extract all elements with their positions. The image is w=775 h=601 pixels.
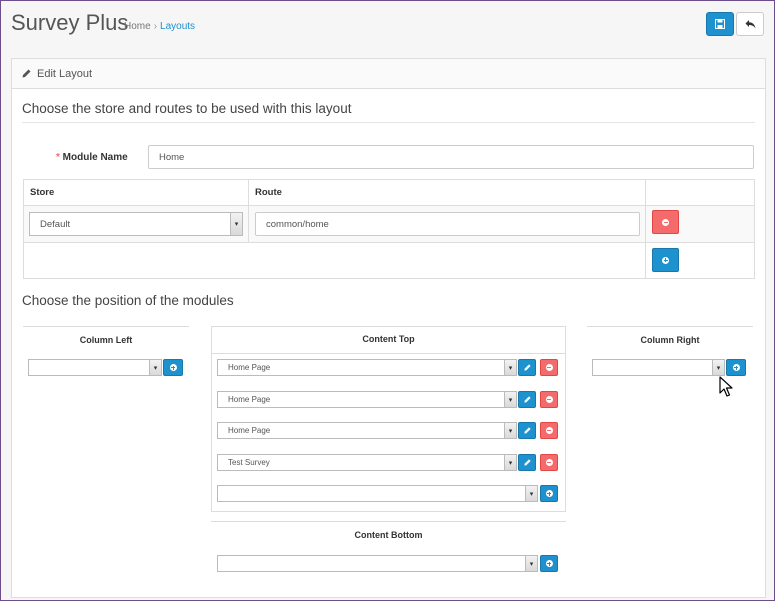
remove-module-button[interactable] bbox=[540, 422, 558, 439]
content-top-module-value: Home Page bbox=[228, 363, 271, 372]
content-top-module-value: Home Page bbox=[228, 395, 271, 404]
table-divider bbox=[24, 205, 754, 206]
panel-heading-title: Edit Layout bbox=[37, 67, 93, 80]
edit-module-button[interactable] bbox=[518, 359, 536, 376]
mouse-cursor-icon bbox=[719, 376, 733, 397]
column-right-select[interactable]: ▾ bbox=[592, 359, 725, 376]
store-select[interactable]: Default ▾ bbox=[29, 212, 243, 236]
plus-circle-icon bbox=[732, 364, 740, 371]
route-column-header: Route bbox=[255, 187, 282, 198]
chevron-down-icon: ▾ bbox=[525, 486, 537, 501]
edit-module-button[interactable] bbox=[518, 422, 536, 439]
remove-module-button[interactable] bbox=[540, 359, 558, 376]
breadcrumb: Home › Layouts bbox=[124, 21, 195, 32]
pencil-icon bbox=[22, 69, 31, 78]
table-divider bbox=[248, 180, 249, 242]
module-name-label: * Module Name bbox=[56, 152, 128, 163]
pencil-icon bbox=[523, 396, 531, 403]
content-top-module-select[interactable]: Home Page ▾ bbox=[217, 422, 517, 439]
edit-module-button[interactable] bbox=[518, 454, 536, 471]
store-select-value: Default bbox=[40, 218, 71, 230]
back-button[interactable] bbox=[736, 12, 764, 36]
column-left-select[interactable]: ▾ bbox=[28, 359, 162, 376]
plus-circle-icon bbox=[662, 256, 669, 264]
table-divider bbox=[24, 242, 754, 243]
content-top-module-select[interactable]: Test Survey ▾ bbox=[217, 454, 517, 471]
chevron-down-icon: ▾ bbox=[525, 556, 537, 571]
panel-heading: Edit Layout bbox=[12, 59, 765, 89]
column-left-header: Column Left bbox=[23, 326, 189, 346]
remove-module-button[interactable] bbox=[540, 391, 558, 408]
breadcrumb-home[interactable]: Home bbox=[124, 21, 151, 32]
module-name-input[interactable]: Home bbox=[148, 145, 754, 169]
content-bottom-header: Content Bottom bbox=[211, 521, 566, 541]
content-top-module-value: Test Survey bbox=[228, 458, 270, 467]
chevron-down-icon: ▾ bbox=[712, 360, 724, 375]
content-top-module-value: Home Page bbox=[228, 426, 271, 435]
minus-circle-icon bbox=[545, 427, 553, 434]
plus-circle-icon bbox=[545, 560, 553, 567]
content-top-module-select[interactable]: Home Page ▾ bbox=[217, 391, 517, 408]
content-top-module-select[interactable]: Home Page ▾ bbox=[217, 359, 517, 376]
minus-circle-icon bbox=[545, 396, 553, 403]
column-right-header: Column Right bbox=[587, 326, 753, 346]
chevron-down-icon: ▾ bbox=[504, 423, 516, 438]
breadcrumb-layouts[interactable]: Layouts bbox=[160, 21, 195, 32]
page-header: Survey Plus Home › Layouts bbox=[1, 1, 774, 53]
content-top-divider bbox=[212, 353, 565, 354]
content-bottom-add-button[interactable] bbox=[540, 555, 558, 572]
minus-circle-icon bbox=[662, 218, 669, 226]
add-route-button[interactable] bbox=[652, 248, 679, 272]
plus-circle-icon bbox=[545, 490, 553, 497]
plus-circle-icon bbox=[169, 364, 177, 371]
minus-circle-icon bbox=[545, 459, 553, 466]
chevron-down-icon: ▾ bbox=[504, 360, 516, 375]
edit-layout-panel: Edit Layout Choose the store and routes … bbox=[11, 58, 766, 598]
breadcrumb-separator: › bbox=[153, 21, 158, 32]
required-asterisk: * bbox=[56, 152, 63, 163]
chevron-down-icon: ▾ bbox=[504, 455, 516, 470]
chevron-down-icon: ▾ bbox=[149, 360, 161, 375]
store-column-header: Store bbox=[30, 187, 55, 198]
route-table: Store Route Default ▾ common/home bbox=[23, 179, 755, 279]
content-top-header: Content Top bbox=[362, 334, 415, 344]
content-bottom-select[interactable]: ▾ bbox=[217, 555, 538, 572]
content-top-new-select[interactable]: ▾ bbox=[217, 485, 538, 502]
minus-circle-icon bbox=[545, 364, 553, 371]
pencil-icon bbox=[523, 427, 531, 434]
section-store-routes-title: Choose the store and routes to be used w… bbox=[22, 101, 755, 123]
section-module-positions-title: Choose the position of the modules bbox=[22, 293, 234, 308]
content-top-add-button[interactable] bbox=[540, 485, 558, 502]
edit-module-button[interactable] bbox=[518, 391, 536, 408]
route-input[interactable]: common/home bbox=[255, 212, 640, 236]
reply-icon bbox=[745, 20, 755, 29]
module-name-label-text: Module Name bbox=[62, 152, 128, 163]
chevron-down-icon: ▾ bbox=[504, 392, 516, 407]
column-right-add-button[interactable] bbox=[726, 359, 746, 376]
pencil-icon bbox=[523, 364, 531, 371]
save-button[interactable] bbox=[706, 12, 734, 36]
page-title: Survey Plus bbox=[11, 10, 129, 35]
remove-module-button[interactable] bbox=[540, 454, 558, 471]
column-left-add-button[interactable] bbox=[163, 359, 183, 376]
table-divider bbox=[645, 180, 646, 278]
save-icon bbox=[715, 19, 725, 29]
chevron-down-icon: ▾ bbox=[230, 213, 242, 235]
pencil-icon bbox=[523, 459, 531, 466]
remove-route-button[interactable] bbox=[652, 210, 679, 234]
